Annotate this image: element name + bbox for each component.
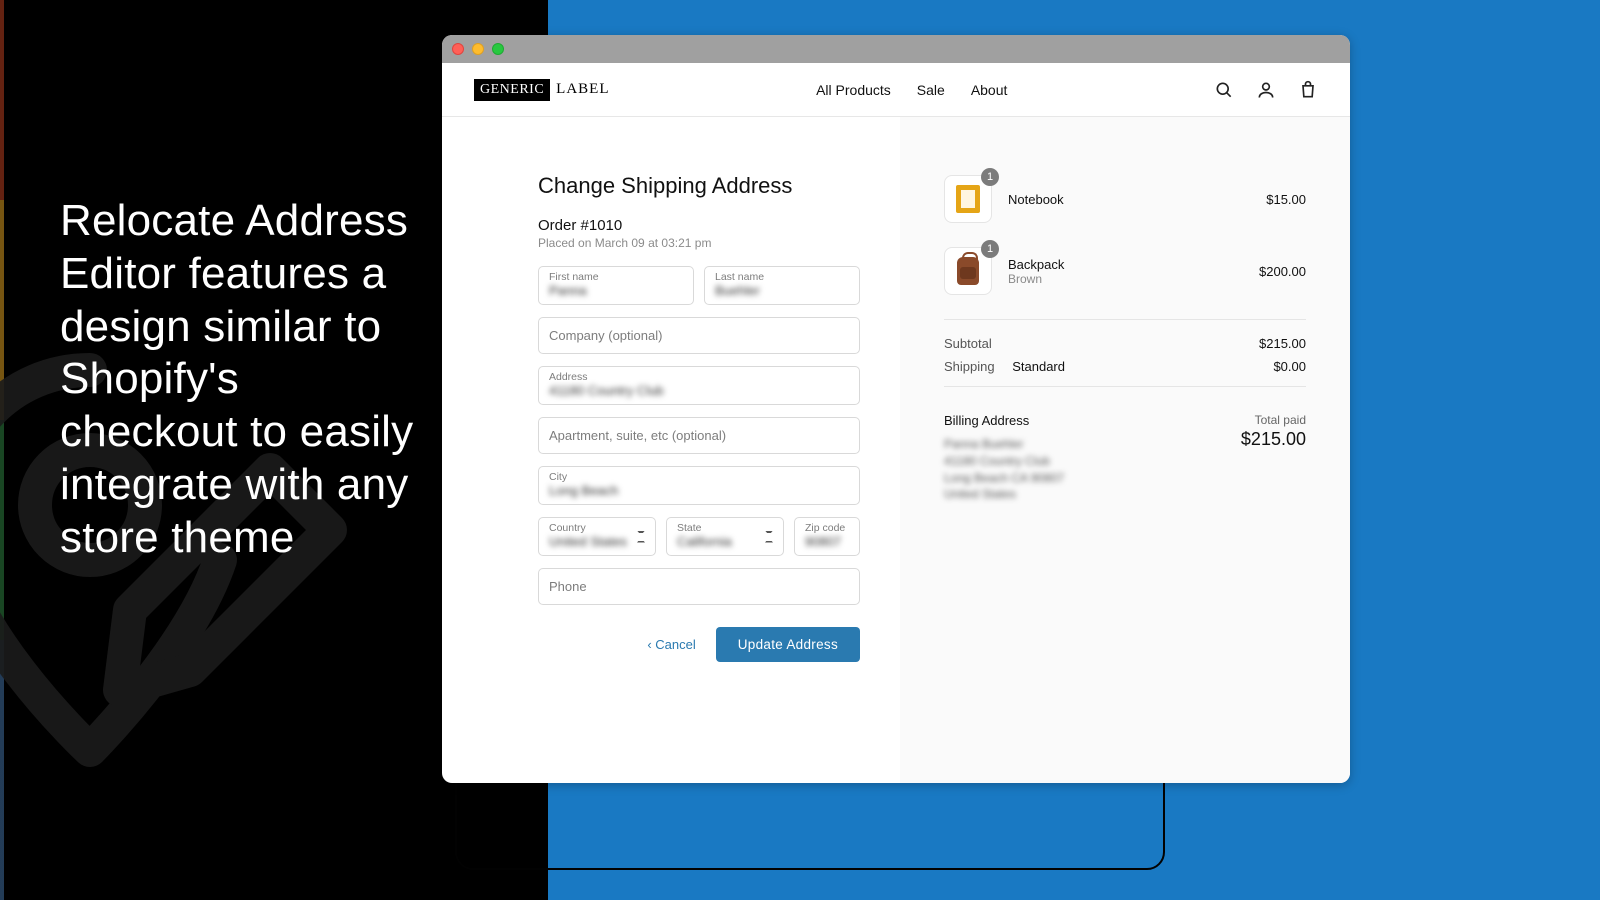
nav-link-all-products[interactable]: All Products xyxy=(816,82,891,98)
brand-logo[interactable]: GENERIC LABEL xyxy=(474,79,610,101)
backpack-icon xyxy=(957,257,979,285)
company-placeholder: Company (optional) xyxy=(549,328,849,343)
subtotal-label: Subtotal xyxy=(944,336,992,351)
qty-badge: 1 xyxy=(981,240,999,258)
shipping-method: Standard xyxy=(1012,359,1065,374)
city-field[interactable]: City Long Beach xyxy=(538,466,860,505)
cart-icon[interactable] xyxy=(1298,80,1318,100)
zip-label: Zip code xyxy=(805,522,849,534)
city-label: City xyxy=(549,471,849,483)
promo-headline: Relocate Address Editor features a desig… xyxy=(60,195,420,565)
cancel-link[interactable]: ‹ Cancel xyxy=(647,637,695,652)
country-label: Country xyxy=(549,522,645,534)
zip-field[interactable]: Zip code 90807 xyxy=(794,517,860,556)
total-paid-value: $215.00 xyxy=(1241,429,1306,450)
search-icon[interactable] xyxy=(1214,80,1234,100)
zoom-icon[interactable] xyxy=(492,43,504,55)
first-name-label: First name xyxy=(549,271,683,283)
notebook-icon xyxy=(956,185,980,213)
shipping-cost: $0.00 xyxy=(1273,359,1306,374)
close-icon[interactable] xyxy=(452,43,464,55)
total-paid-label: Total paid xyxy=(1241,413,1306,427)
nav-link-sale[interactable]: Sale xyxy=(917,82,945,98)
order-number: Order #1010 xyxy=(538,217,860,234)
nav-links: All Products Sale About xyxy=(816,82,1007,98)
product-thumb: 1 xyxy=(944,175,992,223)
phone-placeholder: Phone xyxy=(549,579,849,594)
country-select[interactable]: Country United States xyxy=(538,517,656,556)
page-title: Change Shipping Address xyxy=(538,173,860,199)
order-summary: 1 Notebook $15.00 1 Backpack Brown xyxy=(900,117,1350,783)
product-thumb: 1 xyxy=(944,247,992,295)
product-name: Notebook xyxy=(1008,192,1064,207)
last-name-field[interactable]: Last name Buehler xyxy=(704,266,860,305)
address-form: Change Shipping Address Order #1010 Plac… xyxy=(538,173,860,783)
app-window: GENERIC LABEL All Products Sale About Ch… xyxy=(442,35,1350,783)
billing-address-label: Billing Address xyxy=(944,413,1064,428)
product-price: $15.00 xyxy=(1266,192,1306,207)
window-titlebar xyxy=(442,35,1350,63)
phone-field[interactable]: Phone xyxy=(538,568,860,605)
country-value: United States xyxy=(549,534,645,549)
product-price: $200.00 xyxy=(1259,264,1306,279)
shipping-label: Shipping xyxy=(944,359,995,374)
address-field[interactable]: Address 41180 Country Club xyxy=(538,366,860,405)
address-label: Address xyxy=(549,371,849,383)
subtotal-value: $215.00 xyxy=(1259,336,1306,351)
apartment-field[interactable]: Apartment, suite, etc (optional) xyxy=(538,417,860,454)
top-nav: GENERIC LABEL All Products Sale About xyxy=(442,63,1350,117)
billing-address-value: Panna Buehler 41180 Country Club Long Be… xyxy=(944,436,1064,503)
product-variant: Brown xyxy=(1008,272,1064,286)
nav-link-about[interactable]: About xyxy=(971,82,1008,98)
first-name-value: Panna xyxy=(549,283,683,298)
state-select[interactable]: State California xyxy=(666,517,784,556)
product-name: Backpack xyxy=(1008,257,1064,272)
account-icon[interactable] xyxy=(1256,80,1276,100)
first-name-field[interactable]: First name Panna xyxy=(538,266,694,305)
order-placed: Placed on March 09 at 03:21 pm xyxy=(538,236,860,250)
company-field[interactable]: Company (optional) xyxy=(538,317,860,354)
apartment-placeholder: Apartment, suite, etc (optional) xyxy=(549,428,849,443)
line-item: 1 Backpack Brown $200.00 xyxy=(944,247,1306,295)
state-value: California xyxy=(677,534,773,549)
state-label: State xyxy=(677,522,773,534)
minimize-icon[interactable] xyxy=(472,43,484,55)
update-address-button[interactable]: Update Address xyxy=(716,627,860,662)
brand-logo-word: LABEL xyxy=(556,81,609,98)
qty-badge: 1 xyxy=(981,168,999,186)
brand-logo-inverted: GENERIC xyxy=(474,79,550,101)
last-name-label: Last name xyxy=(715,271,849,283)
zip-value: 90807 xyxy=(805,534,849,549)
last-name-value: Buehler xyxy=(715,283,849,298)
line-item: 1 Notebook $15.00 xyxy=(944,175,1306,223)
city-value: Long Beach xyxy=(549,483,849,498)
address-value: 41180 Country Club xyxy=(549,383,849,398)
